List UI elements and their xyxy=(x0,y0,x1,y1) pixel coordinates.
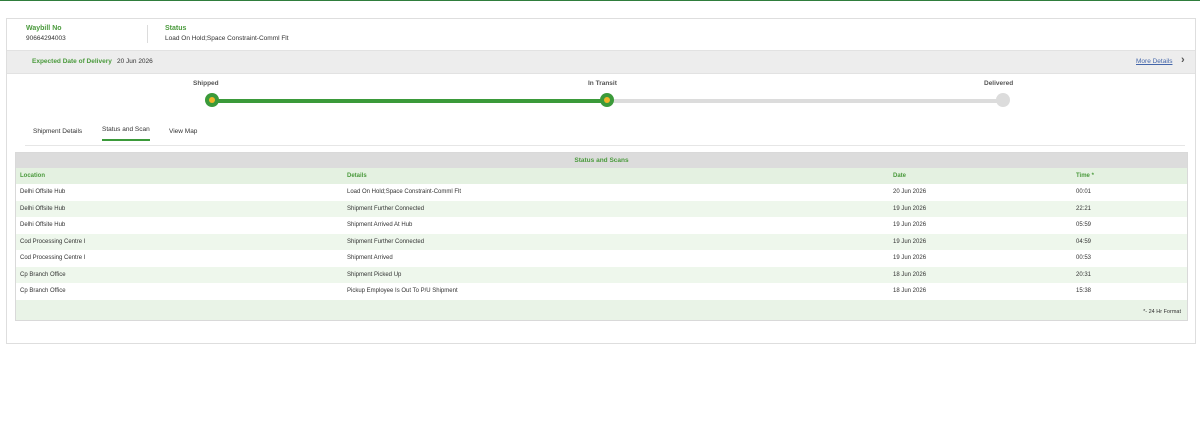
progress-stage-label: Shipped xyxy=(193,80,219,87)
waybill-block: Waybill No 90664294003 xyxy=(26,25,66,42)
cell-location: Delhi Offsite Hub xyxy=(20,222,66,228)
cell-location: Cp Branch Office xyxy=(20,271,66,278)
header-divider xyxy=(147,25,148,43)
table-row: Cod Processing Centre I Shipment Arrived 1… xyxy=(16,250,1187,267)
cell-location: Cp Branch Office xyxy=(20,288,66,294)
progress-stage-label: In Transit xyxy=(588,80,617,87)
tab-shipment-details[interactable]: Shipment Details xyxy=(33,128,82,135)
cell-time: 22:21 xyxy=(1076,205,1092,212)
cell-time: 04:59 xyxy=(1076,238,1092,245)
progress-stage-marker xyxy=(600,93,614,107)
table-row: Cod Processing Centre I Shipment Further … xyxy=(16,233,1187,250)
more-details-link[interactable]: More Details xyxy=(1136,58,1172,65)
cell-location: Cod Processing Centre I xyxy=(20,238,86,245)
cell-details: Shipment Picked Up xyxy=(347,271,402,278)
cell-details: Load On Hold;Space Constraint-Comml Flt xyxy=(347,189,462,195)
status-label: Status xyxy=(165,25,187,32)
cell-details: Pickup Employee Is Out To P/U Shipment xyxy=(347,288,458,294)
status-block: Status Load On Hold;Space Constraint-Com… xyxy=(165,25,289,42)
cell-location: Cod Processing Centre I xyxy=(20,255,86,261)
cell-time: 00:01 xyxy=(1076,189,1092,195)
shipment-card: Waybill No 90664294003 Status Load On Ho… xyxy=(6,18,1196,344)
cell-time: 00:53 xyxy=(1076,255,1092,261)
progress-track-segment xyxy=(212,99,607,103)
cell-details: Shipment Further Connected xyxy=(347,205,425,212)
cell-details: Shipment Further Connected xyxy=(347,238,425,245)
cell-date: 20 Jun 2026 xyxy=(893,189,927,195)
cell-details: Shipment Arrived xyxy=(347,255,393,261)
header-date: Date xyxy=(893,173,907,179)
tab-status-and-scan[interactable]: Status and Scan xyxy=(102,126,150,141)
cell-date: 19 Jun 2026 xyxy=(893,205,927,212)
table-row: Delhi Offsite Hub Load On Hold;Space Cons… xyxy=(16,184,1187,201)
header-location: Location xyxy=(20,173,45,179)
header-details: Details xyxy=(347,173,367,179)
status-scans-table: Status and Scans Location Details Date T… xyxy=(15,152,1188,321)
table-row: Cp Branch Office Shipment Picked Up 18 Jun… xyxy=(16,266,1187,283)
table-header-row: Location Details Date Time * xyxy=(16,168,1187,184)
progress-stage-marker xyxy=(996,93,1010,107)
table-body: Delhi Offsite Hub Load On Hold;Space Cons… xyxy=(16,184,1187,300)
cell-time: 05:59 xyxy=(1076,222,1092,228)
expected-delivery-bar: Expected Date of Delivery 20 Jun 2026 Mo… xyxy=(7,50,1195,74)
cell-location: Delhi Offsite Hub xyxy=(20,205,66,212)
top-accent-line xyxy=(0,0,1200,1)
table-caption: Status and Scans xyxy=(16,153,1187,168)
cell-date: 18 Jun 2026 xyxy=(893,288,927,294)
waybill-label: Waybill No xyxy=(26,25,62,32)
table-row: Delhi Offsite Hub Shipment Further Connec… xyxy=(16,200,1187,217)
header-time: Time * xyxy=(1076,173,1094,179)
waybill-number: 90664294003 xyxy=(26,35,66,42)
tab-view-map[interactable]: View Map xyxy=(169,128,197,135)
table-row: Cp Branch Office Pickup Employee Is Out T… xyxy=(16,283,1187,300)
time-format-note: *- 24 Hr Format xyxy=(1143,309,1181,315)
cell-details: Shipment Arrived At Hub xyxy=(347,222,413,228)
expected-delivery-date: 20 Jun 2026 xyxy=(117,58,153,65)
cell-date: 19 Jun 2026 xyxy=(893,222,927,228)
cell-time: 15:38 xyxy=(1076,288,1092,294)
cell-date: 19 Jun 2026 xyxy=(893,238,927,245)
progress-stage-label: Delivered xyxy=(984,80,1014,87)
status-value: Load On Hold;Space Constraint-Comml Flt xyxy=(165,35,289,42)
cell-time: 20:31 xyxy=(1076,271,1092,278)
progress-stage-marker xyxy=(205,93,219,107)
table-row: Delhi Offsite Hub Shipment Arrived At Hub… xyxy=(16,217,1187,234)
cell-date: 18 Jun 2026 xyxy=(893,271,927,278)
cell-date: 19 Jun 2026 xyxy=(893,255,927,261)
shipment-header: Waybill No 90664294003 Status Load On Ho… xyxy=(7,19,1195,49)
chevron-right-icon[interactable]: › xyxy=(1181,54,1185,66)
expected-delivery-label: Expected Date of Delivery xyxy=(32,58,112,65)
progress-track-segment xyxy=(607,99,1003,103)
shipment-tabs: Shipment Details Status and Scan View Ma… xyxy=(25,123,1185,146)
cell-location: Delhi Offsite Hub xyxy=(20,189,66,195)
